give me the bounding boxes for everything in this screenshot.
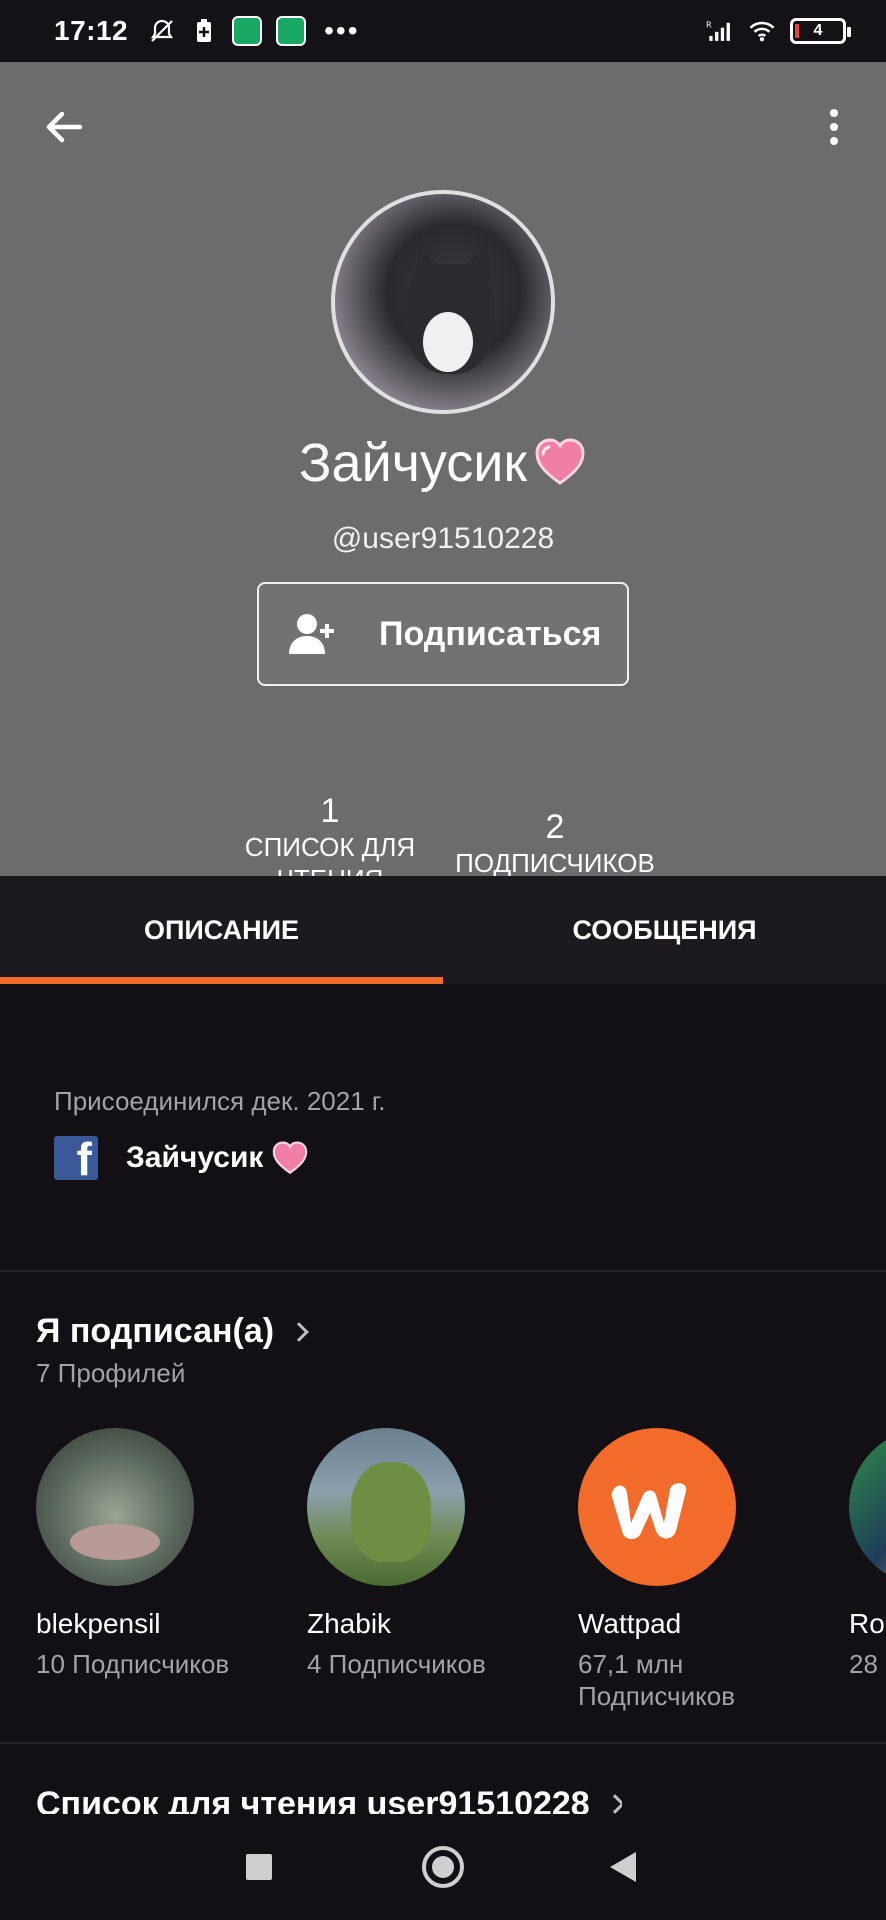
followers-count: 2 — [545, 808, 565, 846]
reading-list-count: 1 — [320, 792, 340, 830]
facebook-link[interactable]: f Зайчусик — [54, 1136, 309, 1180]
wattpad-logo-icon — [578, 1428, 736, 1586]
display-name-text: Зайчусик — [298, 433, 528, 493]
divider — [0, 1742, 886, 1744]
status-time: 17:12 — [54, 15, 129, 46]
home-button[interactable] — [422, 1846, 464, 1888]
profile-name: Zhabik — [307, 1608, 392, 1639]
more-notifications-icon: ••• — [324, 15, 360, 46]
following-profile[interactable]: Zhabik 4 Подписчиков — [307, 1428, 547, 1680]
profile-followers: 67,1 млн Подписчиков — [578, 1649, 736, 1711]
profile-header: Зайчусик @user91510228 Подписаться 1 СПИ… — [0, 62, 886, 894]
tab-description[interactable]: ОПИСАНИЕ — [0, 876, 443, 984]
svg-text:R: R — [706, 20, 712, 30]
following-list: blekpensil 10 Подписчиков Zhabik 4 Подпи… — [36, 1428, 886, 1728]
tab-messages[interactable]: СООБЩЕНИЯ — [443, 876, 886, 984]
profile-name: Rou — [849, 1608, 886, 1639]
following-header[interactable]: Я подписан(а) — [36, 1312, 309, 1351]
display-name: Зайчусик — [0, 432, 886, 494]
avatar — [849, 1428, 886, 1586]
status-bar: 17:12 ••• R 4 — [0, 0, 886, 62]
joined-date: Присоединился дек. 2021 г. — [54, 1086, 386, 1116]
back-button[interactable] — [40, 102, 90, 152]
pink-heart-icon — [535, 438, 585, 485]
system-nav-bar — [0, 1814, 886, 1920]
arrow-left-icon — [46, 111, 83, 143]
chevron-right-icon — [289, 1321, 309, 1342]
battery-icon: 4 — [790, 18, 851, 44]
profile-followers: 28 — [849, 1649, 878, 1679]
signal-icon: R — [706, 17, 734, 45]
facebook-icon: f — [54, 1136, 98, 1180]
battery-saver-icon — [190, 17, 218, 45]
chevron-right-icon — [604, 1794, 622, 1814]
profile-name: Wattpad — [578, 1608, 682, 1639]
followers-stat[interactable]: 2 ПОДПИСЧИКОВ — [440, 808, 670, 879]
system-back-button[interactable] — [610, 1852, 636, 1882]
profile-avatar — [331, 190, 555, 414]
followers-label: ПОДПИСЧИКОВ — [455, 848, 655, 878]
add-user-icon — [289, 614, 334, 654]
app-notification-icon — [276, 16, 307, 46]
following-title: Я подписан(а) — [36, 1312, 275, 1350]
app-notification-icon — [232, 16, 263, 46]
avatar — [307, 1428, 465, 1586]
home-circle-icon — [432, 1856, 454, 1878]
recents-button[interactable] — [246, 1854, 272, 1880]
mute-bell-icon — [148, 17, 176, 45]
more-options-button[interactable] — [822, 102, 846, 152]
follow-button-label: Подписаться — [379, 614, 602, 653]
more-vert-icon — [830, 109, 838, 117]
follow-button[interactable]: Подписаться — [257, 582, 629, 686]
profile-tabs: ОПИСАНИЕ СООБЩЕНИЯ — [0, 876, 886, 984]
following-profile[interactable]: Wattpad 67,1 млн Подписчиков — [578, 1428, 818, 1712]
profile-stats: 1 СПИСОК ДЛЯ ЧТЕНИЯ 2 ПОДПИСЧИКОВ — [0, 730, 886, 894]
following-count: 7 Профилей — [36, 1358, 186, 1388]
profile-followers: 10 Подписчиков — [36, 1649, 230, 1679]
facebook-name: Зайчусик — [126, 1141, 264, 1174]
divider — [0, 1270, 886, 1272]
profile-followers: 4 Подписчиков — [307, 1649, 486, 1679]
following-profile[interactable]: blekpensil 10 Подписчиков — [36, 1428, 276, 1680]
pink-heart-icon — [273, 1141, 308, 1175]
wifi-icon — [748, 17, 776, 45]
avatar — [36, 1428, 194, 1586]
profile-name: blekpensil — [36, 1608, 161, 1639]
username: @user91510228 — [331, 522, 555, 555]
following-profile[interactable]: Rou 28 — [849, 1428, 886, 1680]
